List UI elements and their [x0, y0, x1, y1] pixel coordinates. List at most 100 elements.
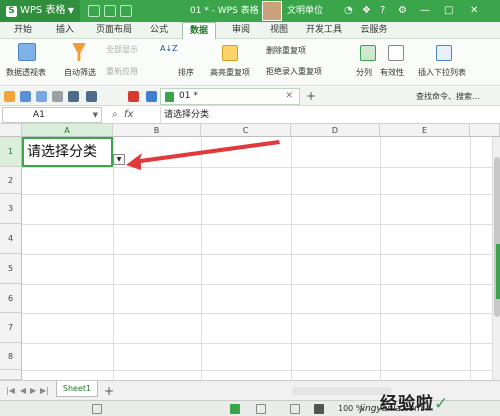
open-icon[interactable]	[4, 91, 15, 102]
column-header-c[interactable]: C	[201, 124, 291, 137]
show-all-button[interactable]: 全部显示	[106, 44, 138, 55]
add-sheet-button[interactable]: +	[104, 381, 114, 401]
settings-icon[interactable]: ⚙	[398, 0, 407, 22]
prev-sheet-icon[interactable]: ◀	[20, 381, 26, 401]
undo-icon[interactable]	[68, 91, 79, 102]
validation-dropdown-button[interactable]: ▼	[113, 154, 125, 165]
ribbon: 数据透视表 自动筛选 全部显示 重新应用 A↓Z 排序 高亮重复项 删除重复项 …	[0, 39, 500, 86]
side-panel-handle[interactable]	[496, 244, 500, 299]
sheet-tab[interactable]: Sheet1	[56, 381, 98, 397]
row-header-4[interactable]: 4	[0, 224, 22, 254]
row-header-2[interactable]: 2	[0, 167, 22, 194]
redo-icon[interactable]	[86, 91, 97, 102]
row-header-8[interactable]: 8	[0, 343, 22, 370]
ribbon-tabs: 开始 插入 页面布局 公式 数据 审阅 视图 开发工具 云服务	[0, 22, 500, 40]
tab-data[interactable]: 数据	[182, 22, 216, 40]
sort-button[interactable]: 排序	[178, 67, 194, 78]
grid-line	[22, 224, 492, 225]
reject-duplicates-button[interactable]: 拒绝录入重复项	[266, 66, 322, 77]
zoom-formula-icon[interactable]: ⌕	[112, 109, 118, 120]
tab-review[interactable]: 审阅	[228, 22, 254, 39]
highlight-duplicates-button[interactable]: 高亮重复项	[210, 67, 250, 78]
select-all-corner[interactable]	[0, 124, 22, 137]
tab-page-layout[interactable]: 页面布局	[92, 22, 136, 39]
normal-view-icon[interactable]	[230, 404, 240, 414]
save-icon[interactable]	[88, 5, 100, 17]
tab-view[interactable]: 视图	[266, 22, 292, 39]
undo-icon[interactable]	[120, 5, 132, 17]
horizontal-scrollbar[interactable]	[292, 387, 392, 395]
column-header-e[interactable]: E	[380, 124, 470, 137]
skin-icon[interactable]: ❖	[362, 0, 371, 22]
first-sheet-icon[interactable]: |◀	[6, 381, 15, 401]
preview-icon[interactable]	[52, 91, 63, 102]
page-break-view-icon[interactable]	[290, 404, 300, 414]
maximize-icon[interactable]: □	[444, 0, 453, 22]
wps-icon[interactable]	[128, 91, 139, 102]
last-sheet-icon[interactable]: ▶|	[40, 381, 49, 401]
grid-line	[22, 254, 492, 255]
tab-home[interactable]: 开始	[8, 22, 38, 39]
dropdown-list-icon	[436, 45, 452, 61]
tab-developer[interactable]: 开发工具	[302, 22, 346, 39]
grid-line	[22, 167, 492, 168]
row-header-9[interactable]	[0, 370, 22, 380]
print-icon[interactable]	[36, 91, 47, 102]
grid-line	[22, 313, 492, 314]
cube-icon[interactable]	[146, 91, 157, 102]
help-icon[interactable]: ?	[380, 0, 385, 22]
user-name[interactable]: 文明单位	[287, 0, 323, 22]
name-box-value: A1	[33, 110, 45, 120]
wps-app-menu[interactable]: S WPS 表格 ▼	[0, 0, 80, 22]
document-tab[interactable]: 01 * ✕	[160, 88, 300, 105]
chevron-down-icon[interactable]: ▼	[93, 108, 98, 122]
row-header-6[interactable]: 6	[0, 284, 22, 313]
close-tab-icon[interactable]: ✕	[285, 89, 293, 104]
cell-a1[interactable]: 请选择分类	[22, 137, 113, 167]
tab-formulas[interactable]: 公式	[146, 22, 172, 39]
page-layout-view-icon[interactable]	[256, 404, 266, 414]
tab-cloud[interactable]: 云服务	[356, 22, 392, 39]
funnel-icon	[72, 43, 86, 61]
command-search[interactable]: 查找命令、搜索...	[416, 87, 480, 106]
row-header-1[interactable]: 1	[0, 137, 22, 167]
validity-icon	[388, 45, 404, 61]
new-tab-button[interactable]: +	[306, 87, 316, 106]
cloud-icon[interactable]: ◔	[344, 0, 353, 22]
column-header-a[interactable]: A	[22, 124, 113, 137]
grid-line	[22, 194, 492, 195]
row-header-7[interactable]: 7	[0, 313, 22, 343]
formula-input[interactable]: 请选择分类	[160, 107, 498, 123]
next-sheet-icon[interactable]: ▶	[30, 381, 36, 401]
validity-button[interactable]: 有效性	[380, 67, 404, 78]
split-icon	[360, 45, 376, 61]
chevron-down-icon: ▼	[67, 6, 74, 15]
highlight-duplicates-icon	[222, 45, 238, 61]
column-header-d[interactable]: D	[291, 124, 380, 137]
az-sort-icon[interactable]: A↓Z	[160, 44, 178, 53]
row-header-3[interactable]: 3	[0, 194, 22, 224]
close-icon[interactable]: ✕	[470, 0, 478, 22]
app-menu-label: WPS 表格	[20, 5, 66, 16]
spreadsheet-icon	[165, 92, 174, 102]
fx-icon[interactable]: fx	[124, 109, 133, 120]
name-box[interactable]: A1 ▼	[2, 107, 102, 123]
grid-line	[22, 370, 492, 371]
print-icon[interactable]	[104, 5, 116, 17]
window-title: 01 * - WPS 表格	[190, 6, 259, 16]
reapply-button[interactable]: 重新应用	[106, 66, 138, 77]
remove-duplicates-button[interactable]: 删除重复项	[266, 45, 306, 56]
status-icon[interactable]	[92, 404, 102, 414]
split-button[interactable]: 分列	[356, 67, 372, 78]
column-header-b[interactable]: B	[113, 124, 201, 137]
save-icon[interactable]	[20, 91, 31, 102]
spreadsheet-grid: A B C D E 1 2 3 4 5 6 7 8 请选择分类 ▼	[0, 124, 500, 380]
tab-insert[interactable]: 插入	[50, 22, 80, 39]
minimize-icon[interactable]: —	[420, 0, 430, 22]
row-header-5[interactable]: 5	[0, 254, 22, 284]
insert-dropdown-button[interactable]: 插入下拉列表	[418, 67, 466, 78]
avatar[interactable]	[262, 1, 282, 21]
wps-logo-icon: S	[6, 6, 17, 17]
reading-mode-icon[interactable]	[314, 404, 324, 414]
column-header-f[interactable]	[470, 124, 500, 137]
